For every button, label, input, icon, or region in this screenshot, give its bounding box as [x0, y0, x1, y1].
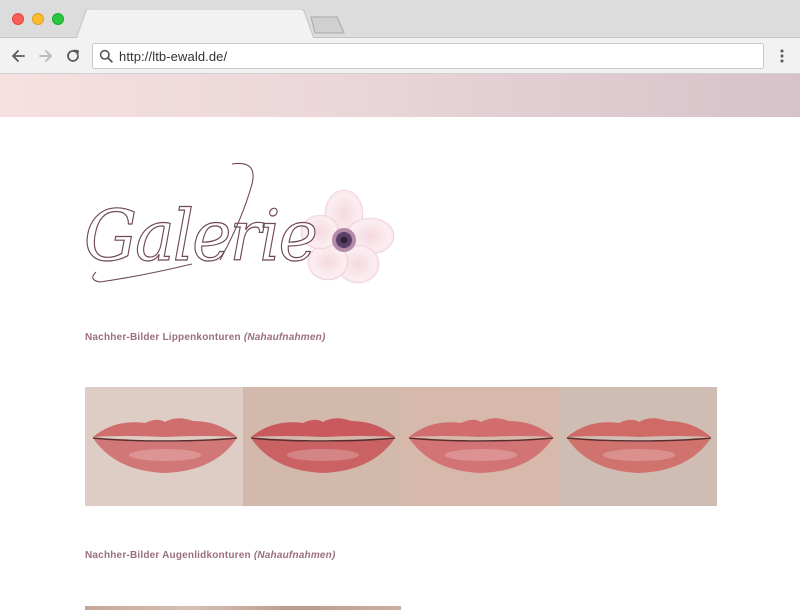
web-page: Galerie Nachher-Bilder Lippenkonturen (N…	[0, 74, 800, 610]
lip-photo-1[interactable]	[85, 387, 243, 506]
reload-button[interactable]	[63, 46, 83, 66]
tab-bar	[0, 0, 800, 39]
address-bar[interactable]: http://ltb-ewald.de/	[92, 43, 764, 69]
browser-toolbar: http://ltb-ewald.de/	[0, 38, 800, 74]
section-title-text: Nachher-Bilder Augenlidkonturen	[85, 550, 251, 561]
kebab-menu-icon	[780, 49, 784, 63]
header-band	[0, 74, 800, 117]
forward-button[interactable]	[36, 46, 56, 66]
active-tab[interactable]	[76, 9, 316, 39]
lip-gallery	[85, 387, 717, 506]
lip-photo-3[interactable]	[401, 387, 559, 506]
arrow-right-icon	[39, 50, 52, 62]
address-url[interactable]: http://ltb-ewald.de/	[119, 49, 227, 64]
new-tab-button[interactable]	[310, 16, 346, 34]
maximize-window-button[interactable]	[52, 13, 64, 25]
minimize-window-button[interactable]	[32, 13, 44, 25]
section-title-eyelid-contours: Nachher-Bilder Augenlidkonturen (Nahaufn…	[85, 550, 336, 561]
lip-photo-image	[85, 387, 243, 506]
section-subtitle: (Nahaufnahmen)	[253, 550, 336, 561]
lip-photo-image	[243, 387, 401, 506]
browser-menu-button[interactable]	[772, 46, 792, 66]
lip-photo-4[interactable]	[559, 387, 717, 506]
galerie-logo: Galerie	[83, 162, 395, 284]
back-button[interactable]	[8, 46, 28, 66]
galerie-logo-text: Galerie	[84, 195, 316, 277]
section-title-text: Nachher-Bilder Lippenkonturen	[85, 332, 241, 343]
lip-photo-2[interactable]	[243, 387, 401, 506]
section-title-lip-contours: Nachher-Bilder Lippenkonturen (Nahaufnah…	[85, 332, 326, 343]
lip-photo-image	[559, 387, 717, 506]
arrow-left-icon	[12, 50, 25, 62]
eyelid-gallery-top-edge	[85, 606, 401, 610]
search-icon	[93, 44, 119, 68]
browser-window: http://ltb-ewald.de/ Galerie Nachher-Bil…	[0, 0, 800, 610]
section-subtitle: (Nahaufnahmen)	[243, 332, 326, 343]
reload-icon	[67, 49, 79, 62]
close-window-button[interactable]	[12, 13, 24, 25]
lip-photo-image	[401, 387, 559, 506]
